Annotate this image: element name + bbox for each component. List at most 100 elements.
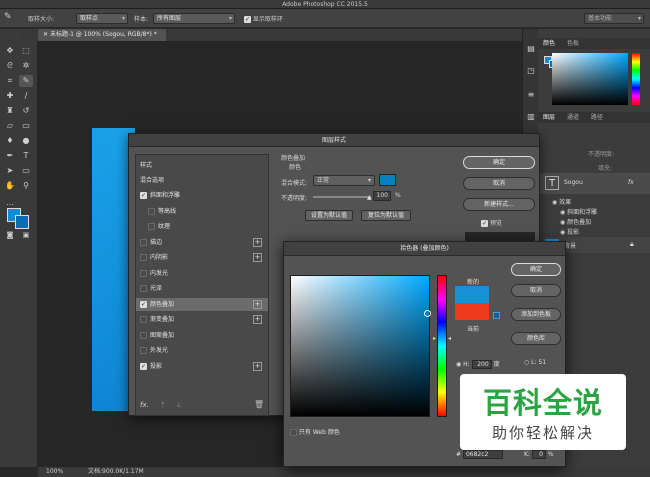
info-panel-icon[interactable]: ▥ xyxy=(524,111,538,123)
style-checkbox[interactable]: ✓ xyxy=(140,362,147,370)
style-item[interactable]: 光泽 xyxy=(136,282,268,295)
picker-ok-button[interactable]: 确定 xyxy=(511,263,561,276)
shape-tool-icon[interactable]: ▭ xyxy=(19,165,33,177)
add-effect-icon[interactable]: + xyxy=(253,299,262,309)
hue-slider-right-arrow[interactable]: ◂ xyxy=(448,335,451,342)
new-style-button[interactable]: 新建样式... xyxy=(463,198,535,211)
tab-channels[interactable]: 通道 xyxy=(562,114,584,121)
color-panel-field[interactable] xyxy=(552,53,628,105)
ok-button[interactable]: 确定 xyxy=(463,156,535,169)
style-checkbox[interactable] xyxy=(140,285,147,292)
black-input[interactable]: 0 xyxy=(531,450,546,459)
blur-tool-icon[interactable]: ♦ xyxy=(3,135,17,147)
effect-bevel[interactable]: ◉ 斜面和浮雕 xyxy=(560,207,597,216)
show-ring-checkbox[interactable]: ✓ xyxy=(244,16,251,23)
style-item[interactable]: 图案叠加 xyxy=(136,329,268,342)
healing-brush-icon[interactable]: ✚ xyxy=(3,90,17,102)
preview-checkbox[interactable]: ✓ xyxy=(481,220,488,227)
current-color-swatch[interactable] xyxy=(455,303,489,320)
workspace-select[interactable]: 基本功能 xyxy=(584,13,644,24)
style-checkbox[interactable] xyxy=(140,254,147,261)
tab-swatches[interactable]: 色板 xyxy=(562,40,584,47)
color-libraries-button[interactable]: 颜色库 xyxy=(511,332,561,345)
overlay-color-swatch[interactable] xyxy=(379,174,396,186)
close-tab-icon[interactable]: ✕ xyxy=(43,31,50,38)
effect-color-overlay[interactable]: ◉ 颜色叠加 xyxy=(560,217,591,226)
hue-slider[interactable]: ▸ ◂ xyxy=(433,275,451,417)
style-checkbox[interactable] xyxy=(148,223,155,230)
style-item[interactable]: 渐变叠加 + xyxy=(136,313,268,326)
magic-wand-tool-icon[interactable]: ✲ xyxy=(19,60,33,72)
tab-layers[interactable]: 图层 xyxy=(538,114,560,121)
zoom-level[interactable]: 100% xyxy=(46,467,63,477)
add-effect-icon[interactable]: + xyxy=(253,253,262,262)
style-item[interactable]: 描边 + xyxy=(136,236,268,249)
lasso-tool-icon[interactable]: ᘓ xyxy=(3,60,17,72)
style-checkbox[interactable] xyxy=(140,269,147,277)
styles-header[interactable]: 样式 xyxy=(136,159,268,172)
show-ring-option[interactable]: ✓ 显示取样环 xyxy=(244,14,283,23)
style-checkbox[interactable] xyxy=(140,238,147,246)
hue-field[interactable]: ◉ H: 200 度 xyxy=(456,359,500,369)
add-effect-icon[interactable]: + xyxy=(253,315,262,324)
add-to-swatches-button[interactable]: 添加到色板 xyxy=(511,308,561,321)
color-field[interactable] xyxy=(290,275,431,417)
pen-tool-icon[interactable]: ✒ xyxy=(3,150,17,162)
trash-icon[interactable]: 🗑︎ xyxy=(254,400,264,409)
black-field[interactable]: K: 0 % xyxy=(524,450,554,459)
eyedropper-tool-icon[interactable]: ✎ xyxy=(4,12,12,22)
layer-row-sogou[interactable]: T Sogou fx xyxy=(540,173,650,194)
color-field-cursor[interactable] xyxy=(424,310,431,317)
hue-slider-left-arrow[interactable]: ▸ xyxy=(433,335,436,342)
style-item[interactable]: 外发光 xyxy=(136,344,268,357)
hand-tool-icon[interactable]: ✋ xyxy=(3,180,17,192)
fx-menu-button[interactable]: fx. xyxy=(140,401,149,409)
web-safe-warning-icon[interactable] xyxy=(493,312,500,319)
hex-input[interactable]: 0682c2 xyxy=(462,450,503,459)
layer-effects-label[interactable]: ◉ 效果 xyxy=(552,197,571,206)
history-panel-icon[interactable]: ▤ xyxy=(524,43,538,55)
blend-options[interactable]: 混合选项 xyxy=(136,174,268,187)
web-colors-only-option[interactable]: 只有 Web 颜色 xyxy=(290,427,340,436)
cancel-button[interactable]: 取消 xyxy=(463,177,535,190)
document-tab[interactable]: ✕ 未标题-1 @ 100% (Sogou, RGB/8*) * xyxy=(38,29,166,41)
color-panel-hue-bar[interactable] xyxy=(632,53,640,105)
style-checkbox[interactable] xyxy=(140,347,147,354)
layer-fx-icon[interactable]: fx xyxy=(628,179,634,186)
sample-select[interactable]: 所有图层 xyxy=(153,13,235,24)
path-select-icon[interactable]: ➤ xyxy=(3,165,17,177)
set-default-button[interactable]: 设置为默认值 xyxy=(305,210,353,221)
eyedropper-icon[interactable]: ✎ xyxy=(19,75,33,87)
screen-mode-icon[interactable]: ▣ xyxy=(19,229,33,241)
reset-default-button[interactable]: 复位为默认值 xyxy=(361,210,411,221)
marquee-tool-icon[interactable]: ⬚ xyxy=(19,45,33,57)
eraser-tool-icon[interactable]: ▱ xyxy=(3,120,17,132)
move-down-icon[interactable]: ⇣ xyxy=(176,401,182,409)
tab-paths[interactable]: 路径 xyxy=(586,114,608,121)
history-brush-icon[interactable]: ↺ xyxy=(19,105,33,117)
hex-field[interactable]: # 0682c2 xyxy=(456,450,503,459)
style-item[interactable]: 等高线 xyxy=(136,205,268,218)
zoom-tool-icon[interactable]: ⚲ xyxy=(19,180,33,192)
hue-radio-icon[interactable]: ◉ xyxy=(456,361,461,368)
blend-mode-select[interactable]: 正常 ▾ xyxy=(313,175,375,186)
adjustments-panel-icon[interactable]: ≡ xyxy=(524,89,538,101)
style-item[interactable]: 内阴影 + xyxy=(136,251,268,264)
style-checkbox[interactable] xyxy=(148,207,155,215)
style-item[interactable]: 内发光 xyxy=(136,267,268,280)
sample-size-select[interactable]: 取样点 xyxy=(76,13,128,24)
preview-option[interactable]: ✓ 预览 xyxy=(481,218,502,227)
lightness-radio-icon[interactable]: ○ xyxy=(524,359,529,366)
crop-tool-icon[interactable]: ⌗ xyxy=(3,75,17,87)
dodge-tool-icon[interactable]: ● xyxy=(19,135,33,147)
add-effect-icon[interactable]: + xyxy=(253,237,262,247)
tab-color[interactable]: 颜色 xyxy=(538,40,560,47)
brush-tool-icon[interactable]: ∕ xyxy=(19,90,33,102)
stamp-tool-icon[interactable]: ♜ xyxy=(3,105,17,117)
effect-drop-shadow[interactable]: ◉ 投影 xyxy=(560,227,579,236)
quick-mask-icon[interactable]: ◙ xyxy=(3,229,17,241)
background-color-swatch[interactable] xyxy=(15,215,29,229)
opacity-slider[interactable]: ▲ xyxy=(313,194,372,201)
hue-input[interactable]: 200 xyxy=(471,360,492,369)
web-colors-only-checkbox[interactable] xyxy=(290,429,297,436)
